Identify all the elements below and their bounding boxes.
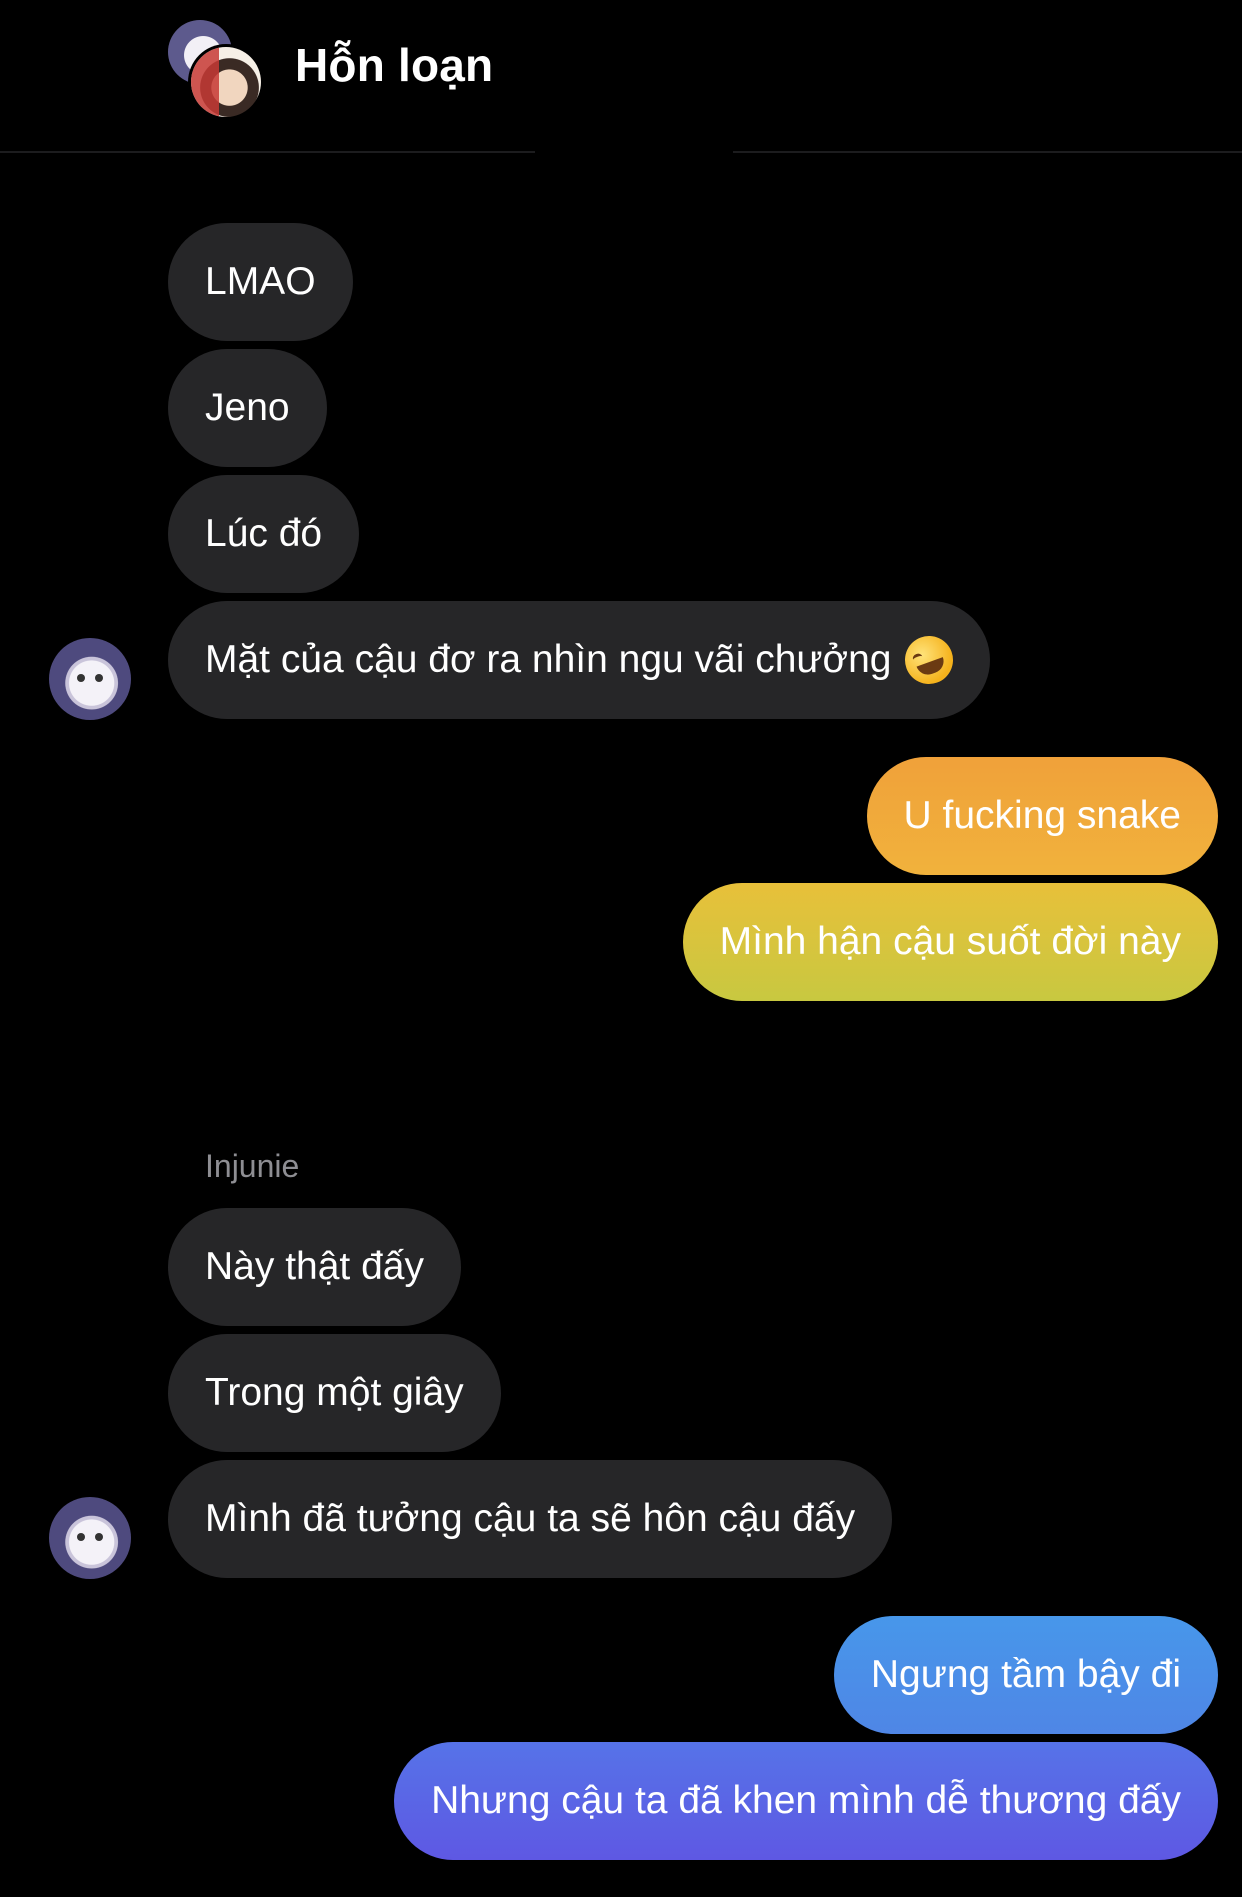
chat-header: Hỗn loạn (0, 0, 1242, 153)
message-bubble-outgoing[interactable]: U fucking snake (866, 757, 1218, 875)
message-bubble-incoming[interactable]: LMAO (168, 223, 353, 341)
message-bubble-incoming[interactable]: Jeno (168, 349, 327, 467)
message-bubble-incoming[interactable]: Này thật đấy (168, 1208, 461, 1326)
sender-avatar[interactable] (49, 638, 131, 720)
message-text: Này thật đấy (205, 1245, 424, 1288)
chat-title[interactable]: Hỗn loạn (295, 38, 493, 92)
message-text: Jeno (205, 386, 290, 429)
laughing-emoji-icon (898, 629, 961, 691)
message-text: Mình hận cậu suốt đời này (719, 920, 1181, 963)
message-text: Mình đã tưởng cậu ta sẽ hôn cậu đấy (205, 1497, 856, 1540)
sender-avatar[interactable] (49, 1497, 131, 1579)
message-text: Lúc đó (205, 512, 323, 555)
message-bubble-incoming[interactable]: Lúc đó (168, 475, 360, 593)
message-bubble-incoming[interactable]: Mặt của cậu đơ ra nhìn ngu vãi chưởng (168, 601, 991, 719)
message-bubble-incoming[interactable]: Trong một giây (168, 1334, 501, 1452)
message-bubble-outgoing[interactable]: Ngưng tầm bậy đi (833, 1616, 1218, 1734)
message-text: LMAO (205, 260, 316, 303)
message-text: Mặt của cậu đơ ra nhìn ngu vãi chưởng (205, 638, 892, 681)
sender-name: Injunie (205, 1148, 300, 1184)
message-bubble-incoming[interactable]: Mình đã tưởng cậu ta sẽ hôn cậu đấy (168, 1460, 893, 1578)
message-text: Nhưng cậu ta đã khen mình dễ thương đấy (431, 1779, 1181, 1822)
message-bubble-outgoing[interactable]: Mình hận cậu suốt đời này (682, 883, 1218, 1001)
message-text: U fucking snake (903, 794, 1181, 837)
member-avatar-front (188, 44, 264, 120)
message-bubble-outgoing[interactable]: Nhưng cậu ta đã khen mình dễ thương đấy (394, 1742, 1218, 1860)
header-divider-gap (535, 149, 733, 153)
message-text: Ngưng tầm bậy đi (870, 1653, 1181, 1696)
group-avatar[interactable] (168, 18, 264, 120)
message-text: Trong một giây (205, 1371, 464, 1414)
